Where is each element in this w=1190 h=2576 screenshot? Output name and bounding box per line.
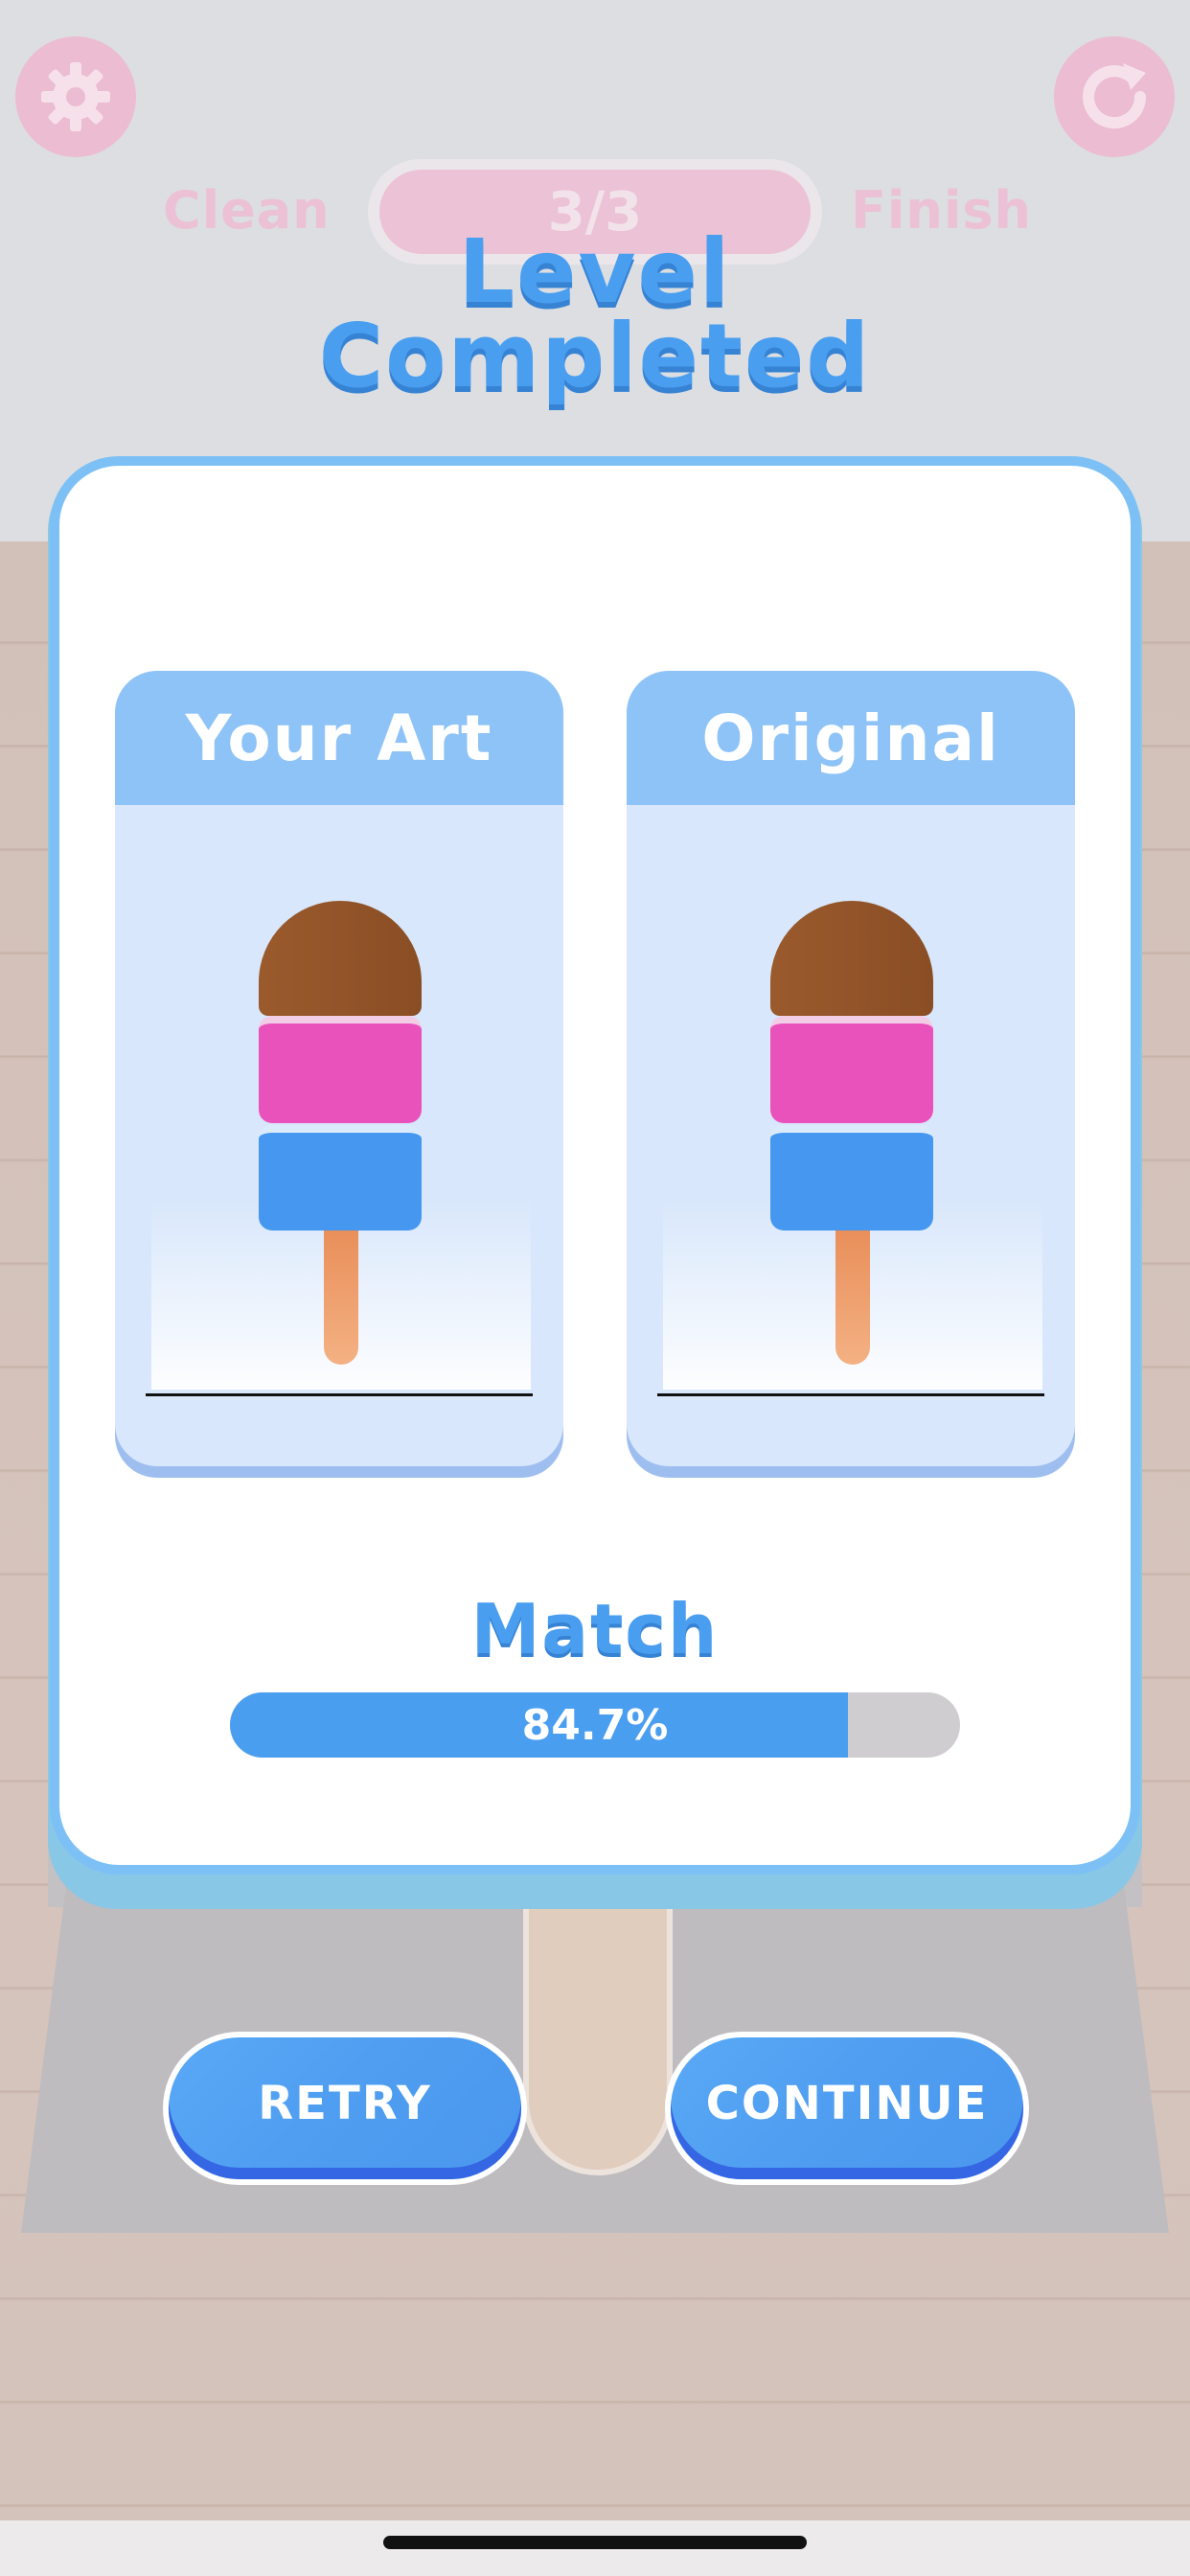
panel-baseline: [146, 1393, 533, 1396]
match-label: Match: [470, 1589, 720, 1669]
continue-button[interactable]: CONTINUE: [665, 2032, 1029, 2185]
popsicle-middle-layer: [259, 1016, 422, 1123]
gear-icon: [41, 62, 110, 131]
panel-baseline: [657, 1393, 1044, 1396]
title-line-1: Level: [458, 220, 732, 323]
continue-button-label: CONTINUE: [671, 2037, 1023, 2179]
settings-button[interactable]: [15, 36, 136, 157]
restart-icon: [1083, 63, 1147, 129]
level-completed-title: Level Completed: [0, 220, 1190, 407]
match-percent: 84.7%: [521, 1700, 669, 1750]
title-line-2: Completed: [318, 305, 872, 407]
restart-button[interactable]: [1054, 36, 1175, 157]
popsicle-middle-layer: [770, 1016, 933, 1123]
original-panel: Original: [627, 671, 1075, 1466]
retry-button[interactable]: RETRY: [163, 2032, 527, 2185]
match-progress-bar: 84.7%: [230, 1692, 960, 1758]
popsicle-stick: [324, 1230, 358, 1365]
popsicle-top-layer: [259, 901, 422, 1016]
your-art-panel: Your Art: [115, 671, 563, 1466]
popsicle-bottom-layer: [770, 1125, 933, 1230]
popsicle-top-layer: [770, 901, 933, 1016]
your-art-label: Your Art: [115, 671, 563, 805]
retry-button-label: RETRY: [169, 2037, 521, 2179]
popsicle-stick: [835, 1230, 870, 1365]
home-indicator[interactable]: [383, 2536, 807, 2549]
popsicle-bottom-layer: [259, 1125, 422, 1230]
original-label: Original: [627, 671, 1075, 805]
